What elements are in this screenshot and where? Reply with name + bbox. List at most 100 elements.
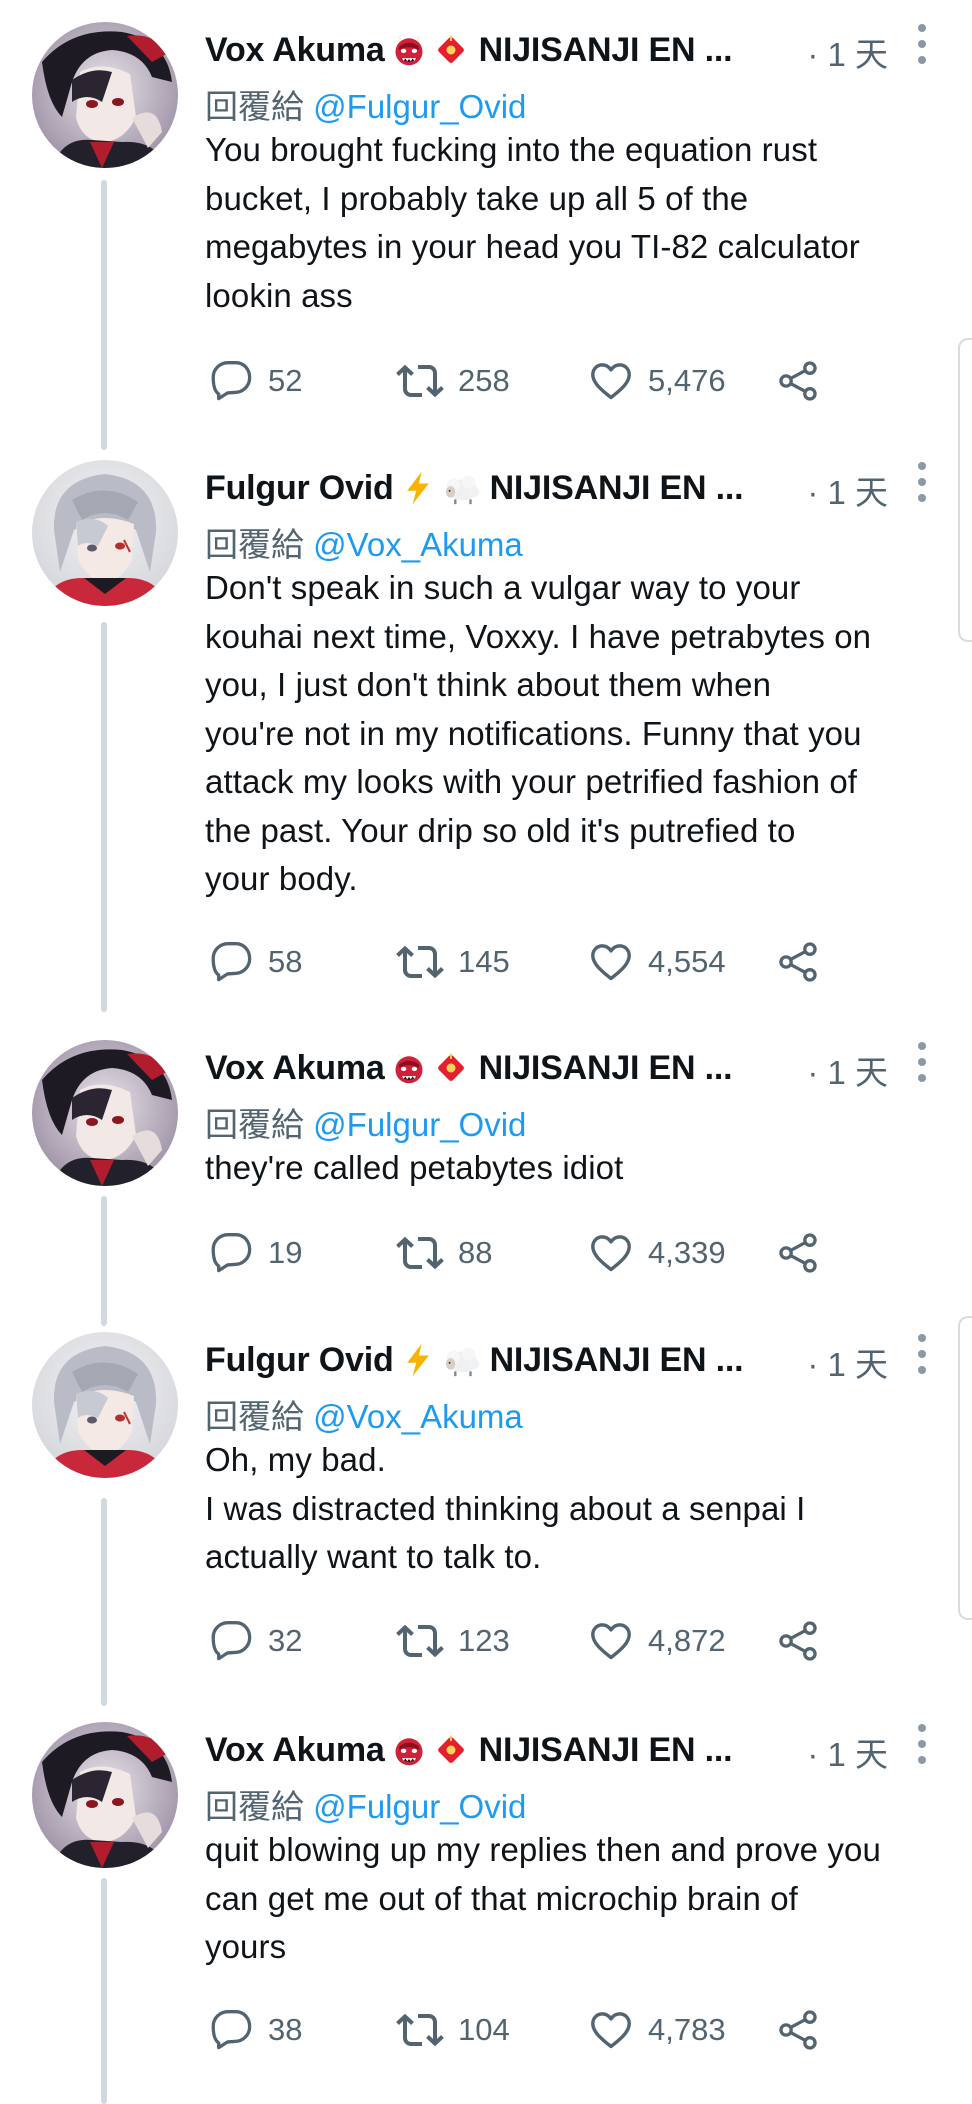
more-options-icon[interactable]: [916, 462, 928, 502]
author-org: NIJISANJI EN ...: [489, 468, 744, 507]
retweet-button[interactable]: 123: [396, 1616, 510, 1666]
avatar[interactable]: [32, 1040, 178, 1186]
author-name[interactable]: Fulgur Ovid: [205, 1341, 394, 1380]
lightning-emoji: [400, 1342, 436, 1378]
avatar[interactable]: [32, 460, 178, 606]
reply-icon: [210, 359, 254, 403]
ogre-emoji: [391, 32, 427, 68]
author-name[interactable]: Vox Akuma: [205, 31, 385, 70]
author-name[interactable]: Vox Akuma: [205, 1049, 385, 1088]
scrollbar[interactable]: [958, 1316, 972, 1620]
reply-handle[interactable]: @Fulgur_Ovid: [313, 1106, 526, 1143]
author-org: NIJISANJI EN ...: [489, 1340, 744, 1379]
reply-button[interactable]: 38: [210, 2005, 302, 2055]
author-name[interactable]: Fulgur Ovid: [205, 469, 394, 508]
timestamp[interactable]: · 1 天: [807, 466, 888, 514]
like-button[interactable]: 4,872: [588, 1616, 726, 1666]
heart-icon: [588, 358, 634, 404]
retweet-button[interactable]: 104: [396, 2005, 510, 2055]
sheep-emoji: [442, 469, 480, 507]
more-options-icon[interactable]: [916, 1042, 928, 1082]
like-button[interactable]: 5,476: [588, 356, 726, 406]
reply-to: 回覆給 @Fulgur_Ovid: [205, 1098, 526, 1146]
retweet-icon: [396, 938, 444, 986]
reply-to: 回覆給 @Vox_Akuma: [205, 1390, 523, 1438]
reply-button[interactable]: 52: [210, 356, 302, 406]
thread-line: [101, 1498, 107, 1706]
reply-button[interactable]: 32: [210, 1616, 302, 1666]
share-button[interactable]: [776, 356, 820, 406]
ogre-emoji: [391, 1732, 427, 1768]
retweet-button[interactable]: 258: [396, 356, 510, 406]
retweet-count: 258: [458, 363, 510, 398]
tweet-text: Oh, my bad. I was distracted thinking ab…: [205, 1441, 806, 1575]
reply-icon: [210, 940, 254, 984]
tweet-actions: 38 104 4,783: [210, 2005, 850, 2055]
avatar[interactable]: [32, 1332, 178, 1478]
scrollbar[interactable]: [958, 338, 972, 642]
author-name[interactable]: Vox Akuma: [205, 1731, 385, 1770]
timestamp[interactable]: · 1 天: [807, 1728, 888, 1776]
ogre-emoji: [391, 1050, 427, 1086]
like-count: 4,554: [648, 944, 726, 979]
thread-line: [101, 1196, 107, 1326]
retweet-count: 145: [458, 944, 510, 979]
timestamp[interactable]: · 1 天: [807, 1046, 888, 1094]
more-options-icon[interactable]: [916, 24, 928, 64]
omamori-emoji: [433, 1050, 469, 1086]
reply-button[interactable]: 19: [210, 1228, 302, 1278]
tweet-actions: 58 145 4,554: [210, 937, 850, 987]
lightning-emoji: [400, 470, 436, 506]
timestamp[interactable]: · 1 天: [807, 1338, 888, 1386]
share-button[interactable]: [776, 1228, 820, 1278]
reply-to: 回覆給 @Vox_Akuma: [205, 518, 523, 566]
retweet-button[interactable]: 145: [396, 937, 510, 987]
reply-icon: [210, 2008, 254, 2052]
heart-icon: [588, 1230, 634, 1276]
tweet-text: You brought fucking into the equation ru…: [205, 131, 860, 314]
heart-icon: [588, 2007, 634, 2053]
retweet-count: 88: [458, 1235, 493, 1270]
retweet-count: 104: [458, 2012, 510, 2047]
reply-count: 38: [268, 2012, 303, 2047]
omamori-emoji: [433, 1732, 469, 1768]
avatar[interactable]: [32, 1722, 178, 1868]
retweet-button[interactable]: 88: [396, 1228, 492, 1278]
sheep-emoji: [442, 1341, 480, 1379]
share-icon: [776, 2008, 820, 2052]
author-org: NIJISANJI EN ...: [478, 1048, 733, 1087]
reply-prefix: 回覆給: [205, 1106, 304, 1143]
share-icon: [776, 940, 820, 984]
reply-count: 52: [268, 363, 303, 398]
tweet-text: quit blowing up my replies then and prov…: [205, 1831, 881, 1965]
like-button[interactable]: 4,554: [588, 937, 726, 987]
reply-handle[interactable]: @Fulgur_Ovid: [313, 1788, 526, 1825]
more-options-icon[interactable]: [916, 1724, 928, 1764]
timestamp[interactable]: · 1 天: [807, 28, 888, 76]
tweet-actions: 52 258 5,476: [210, 356, 850, 406]
like-button[interactable]: 4,339: [588, 1228, 726, 1278]
share-button[interactable]: [776, 1616, 820, 1666]
avatar[interactable]: [32, 22, 178, 168]
reply-button[interactable]: 58: [210, 937, 302, 987]
like-count: 4,339: [648, 1235, 726, 1270]
reply-count: 32: [268, 1623, 303, 1658]
reply-handle[interactable]: @Vox_Akuma: [313, 1398, 523, 1435]
more-options-icon[interactable]: [916, 1334, 928, 1374]
reply-prefix: 回覆給: [205, 88, 304, 125]
reply-handle[interactable]: @Fulgur_Ovid: [313, 88, 526, 125]
thread-line: [101, 622, 107, 1012]
like-count: 4,783: [648, 2012, 726, 2047]
reply-count: 19: [268, 1235, 303, 1270]
author-org: NIJISANJI EN ...: [478, 1730, 733, 1769]
like-button[interactable]: 4,783: [588, 2005, 726, 2055]
reply-icon: [210, 1231, 254, 1275]
reply-handle[interactable]: @Vox_Akuma: [313, 526, 523, 563]
heart-icon: [588, 1618, 634, 1664]
reply-prefix: 回覆給: [205, 1398, 304, 1435]
omamori-emoji: [433, 32, 469, 68]
tweet-actions: 32 123 4,872: [210, 1616, 850, 1666]
retweet-icon: [396, 1229, 444, 1277]
share-button[interactable]: [776, 2005, 820, 2055]
share-button[interactable]: [776, 937, 820, 987]
